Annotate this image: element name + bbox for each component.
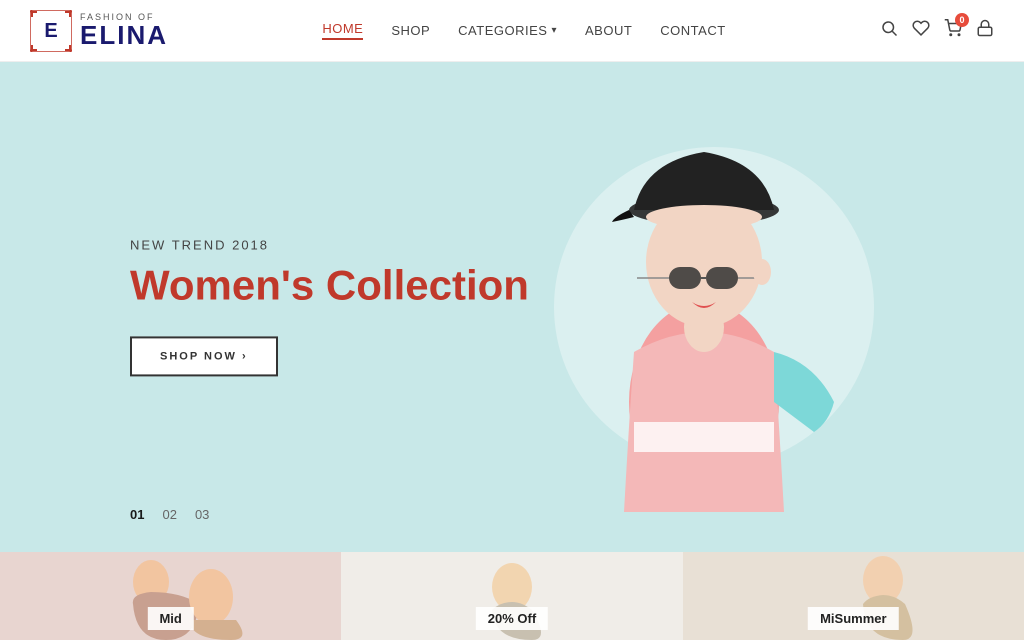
slide-dot-3[interactable]: 03 (195, 507, 209, 522)
card-2[interactable]: 20% Off (341, 552, 682, 640)
cart-button[interactable]: 0 (944, 19, 962, 42)
hero-model-area (464, 62, 944, 552)
logo[interactable]: E FASHION OF ELINA (30, 10, 168, 52)
slide-dot-2[interactable]: 02 (162, 507, 176, 522)
nav-about[interactable]: ABOUT (585, 23, 632, 38)
card-1[interactable]: Mid (0, 552, 341, 640)
card-3[interactable]: MiSummer (683, 552, 1024, 640)
logo-icon: E (30, 10, 72, 52)
search-button[interactable] (880, 19, 898, 42)
hero-section: NEW TREND 2018 Women's Collection SHOP N… (0, 62, 1024, 552)
shop-now-button[interactable]: SHOP NOW (130, 337, 278, 377)
lock-icon (976, 19, 994, 37)
account-button[interactable] (976, 19, 994, 42)
heart-icon (912, 19, 930, 37)
site-header: E FASHION OF ELINA HOME SHOP CATEGORIES … (0, 0, 1024, 62)
nav-categories[interactable]: CATEGORIES ▾ (458, 23, 557, 38)
card-3-label: MiSummer (808, 607, 898, 630)
card-1-label: Mid (147, 607, 193, 630)
hero-title-black: Women's (130, 261, 314, 308)
header-icons: 0 (880, 19, 994, 42)
featured-cards: Mid 20% Off MiSummer (0, 552, 1024, 640)
main-nav: HOME SHOP CATEGORIES ▾ ABOUT CONTACT (322, 21, 725, 40)
model-illustration (534, 62, 874, 552)
slide-dot-1[interactable]: 01 (130, 507, 144, 522)
chevron-down-icon: ▾ (551, 25, 557, 36)
logo-brand-name: ELINA (80, 22, 168, 48)
slider-dots: 01 02 03 (130, 507, 209, 522)
card-2-label: 20% Off (476, 607, 548, 630)
nav-contact[interactable]: CONTACT (660, 23, 725, 38)
cart-badge: 0 (955, 13, 969, 27)
wishlist-button[interactable] (912, 19, 930, 42)
search-icon (880, 19, 898, 37)
nav-shop[interactable]: SHOP (391, 23, 430, 38)
svg-text:E: E (44, 20, 57, 42)
nav-home[interactable]: HOME (322, 21, 363, 40)
logo-text: FASHION OF ELINA (80, 13, 168, 48)
